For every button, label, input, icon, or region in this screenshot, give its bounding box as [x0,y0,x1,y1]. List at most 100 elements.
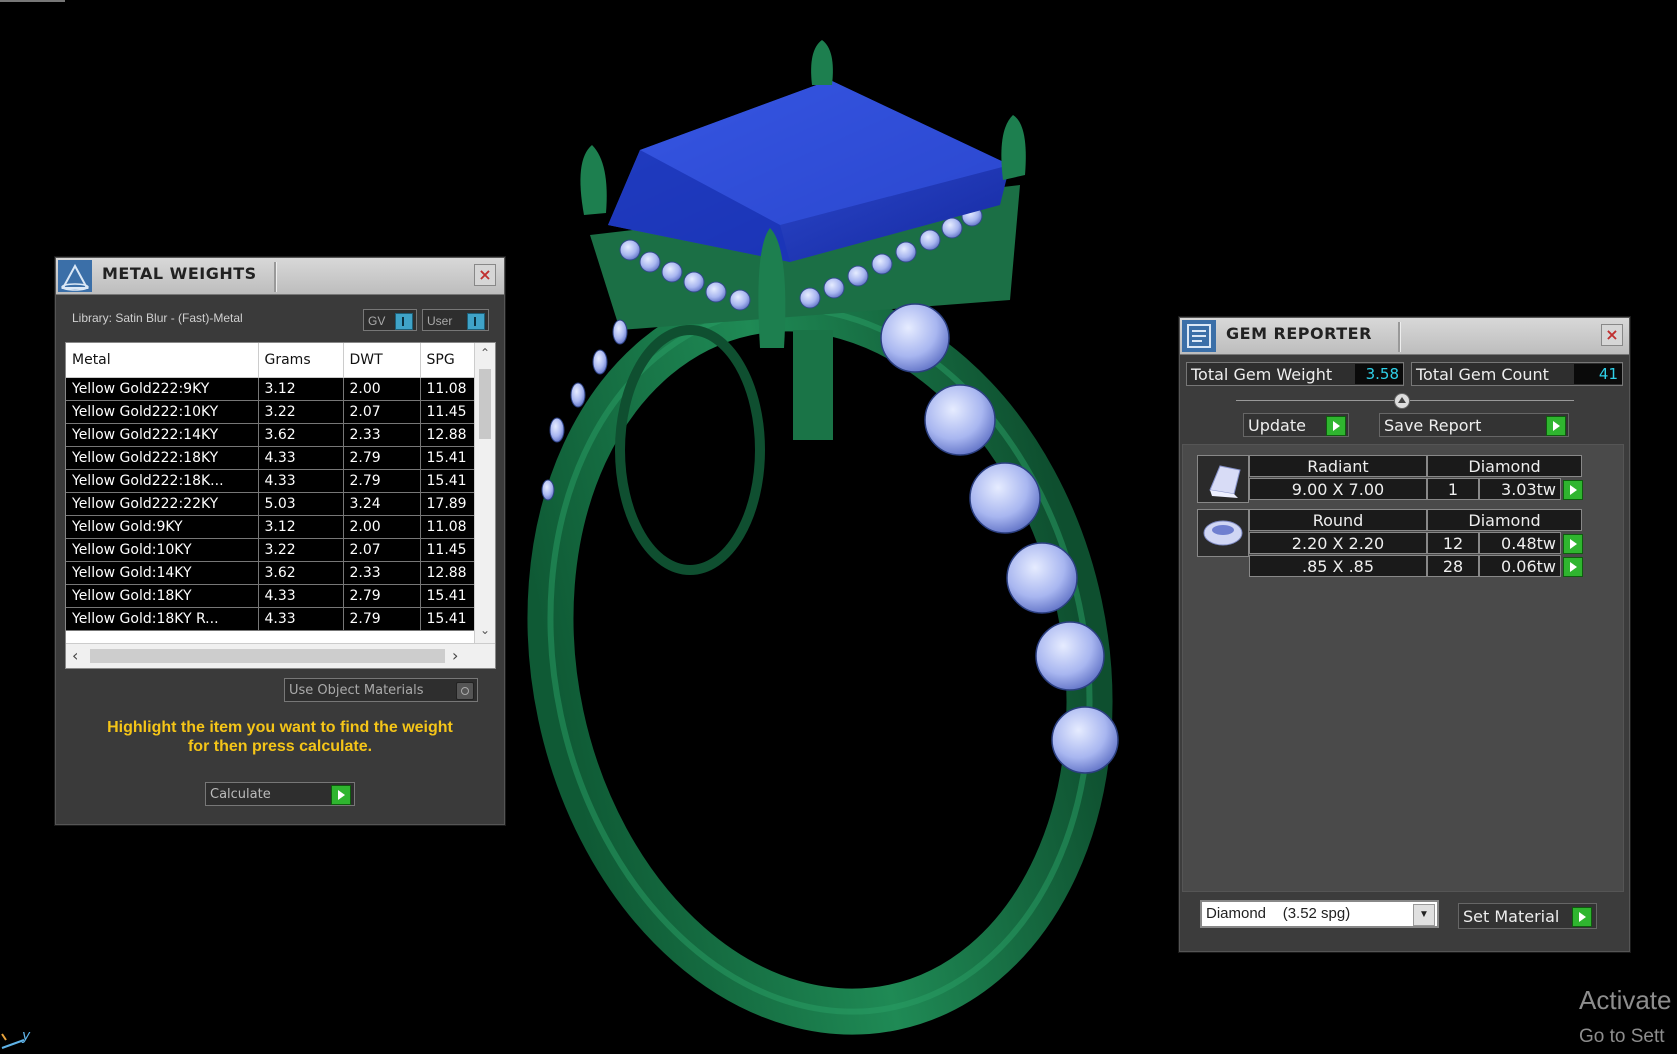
column-header-metal[interactable]: Metal [66,343,259,378]
round-gem-icon[interactable] [1197,509,1249,557]
dwt-cell: 2.79 [343,446,421,470]
use-object-materials-label: Use Object Materials [289,683,424,698]
grams-cell: 3.22 [258,538,344,562]
material-select-value: Diamond (3.52 spg) [1206,905,1351,922]
gem-size-cell: 2.20 X 2.20 [1249,532,1427,554]
grams-cell: 4.33 [258,446,344,470]
table-row[interactable]: Yellow Gold222:10KY 3.22 2.07 11.45 [66,400,481,424]
scroll-up-icon[interactable]: ⌃ [475,346,495,360]
gem-weight-cell: 3.03tw [1479,478,1561,500]
metal-name-cell: Yellow Gold222:9KY [66,377,259,401]
metal-name-cell: Yellow Gold222:14KY [66,423,259,447]
column-header-dwt[interactable]: DWT [343,343,421,378]
scroll-down-icon[interactable]: ⌄ [475,623,495,637]
spg-cell: 17.89 [420,492,481,516]
metal-name-cell: Yellow Gold222:18KY [66,446,259,470]
set-material-label: Set Material [1463,907,1560,926]
spg-cell: 15.41 [420,607,481,631]
spg-cell: 11.08 [420,515,481,539]
dwt-cell: 3.24 [343,492,421,516]
scroll-left-icon[interactable]: ‹ [72,646,78,665]
hint-line-2: for then press calculate. [187,738,373,755]
gv-toggle[interactable]: GV [363,309,417,331]
table-row[interactable]: Yellow Gold:18KY R... 4.33 2.79 15.41 [66,607,481,631]
select-gem-play-icon[interactable] [1563,557,1583,577]
gem-reporter-title: GEM REPORTER [1226,324,1372,343]
table-row[interactable]: Yellow Gold222:18K... 4.33 2.79 15.41 [66,469,481,493]
grams-cell: 4.33 [258,469,344,493]
activate-windows-subtext: Go to Sett [1579,1026,1665,1047]
spg-cell: 15.41 [420,446,481,470]
use-object-materials-toggle[interactable]: Use Object Materials [284,678,478,702]
activate-windows-watermark: Activate [1579,985,1672,1015]
spg-cell: 11.45 [420,538,481,562]
hint-line-1: Highlight the item you want to find the … [107,719,453,736]
metal-weights-titlebar[interactable]: METAL WEIGHTS × [56,258,504,295]
gem-reporter-close-button[interactable]: × [1601,324,1623,346]
column-header-grams[interactable]: Grams [258,343,344,378]
gem-material-round: Diamond [1427,509,1582,531]
grams-cell: 4.33 [258,584,344,608]
axis-triad-icon: y [1,1028,31,1049]
titlebar-divider [274,262,277,292]
chevron-down-icon[interactable]: ▼ [1413,904,1435,926]
radiant-gem-icon[interactable] [1197,455,1249,503]
metal-table-vertical-scrollbar[interactable]: ⌃ ⌄ [474,343,495,643]
save-report-label: Save Report [1384,416,1482,435]
dwt-cell: 2.33 [343,423,421,447]
table-row[interactable]: Yellow Gold:18KY 4.33 2.79 15.41 [66,584,481,608]
gem-size-cell: .85 X .85 [1249,555,1427,577]
spg-cell: 11.45 [420,400,481,424]
user-toggle-label: User [427,314,453,328]
table-row[interactable]: Yellow Gold222:18KY 4.33 2.79 15.41 [66,446,481,470]
total-gem-weight-value: 3.58 [1355,364,1403,384]
gem-material-radiant: Diamond [1427,455,1582,477]
total-gem-weight-label: Total Gem Weight [1191,365,1333,384]
play-icon [1572,907,1592,927]
gem-reporter-app-icon [1182,320,1216,352]
metal-table-container[interactable]: Metal Grams DWT SPG Yellow Gold222:9KY 3.… [65,342,496,669]
dwt-cell: 2.07 [343,538,421,562]
total-gem-count-label: Total Gem Count [1416,365,1549,384]
table-row[interactable]: Yellow Gold222:14KY 3.62 2.33 12.88 [66,423,481,447]
dwt-cell: 2.07 [343,400,421,424]
table-row[interactable]: Yellow Gold:10KY 3.22 2.07 11.45 [66,538,481,562]
vertical-scroll-thumb[interactable] [479,369,491,439]
report-slider-knob[interactable] [1394,393,1410,409]
material-select[interactable]: Diamond (3.52 spg) ▼ [1200,900,1439,928]
titlebar-divider [1398,322,1401,352]
gem-list-area: Radiant Diamond 9.00 X 7.00 1 3.03tw Rou… [1182,444,1624,892]
table-row[interactable]: Yellow Gold222:9KY 3.12 2.00 11.08 [66,377,481,401]
gv-toggle-knob [395,313,413,330]
save-report-button[interactable]: Save Report [1379,413,1569,437]
horizontal-scroll-thumb[interactable] [90,649,445,663]
table-row[interactable]: Yellow Gold:14KY 3.62 2.33 12.88 [66,561,481,585]
table-row[interactable]: Yellow Gold:9KY 3.12 2.00 11.08 [66,515,481,539]
total-gem-weight-box: Total Gem Weight 3.58 [1186,362,1404,386]
gem-weight-cell: 0.06tw [1479,555,1561,577]
grams-cell: 3.22 [258,400,344,424]
column-header-spg[interactable]: SPG [420,343,481,378]
select-gem-play-icon[interactable] [1563,534,1583,554]
dwt-cell: 2.79 [343,584,421,608]
gem-count-cell: 12 [1427,532,1479,554]
gem-reporter-titlebar[interactable]: GEM REPORTER × [1180,318,1629,355]
set-material-button[interactable]: Set Material [1458,903,1597,929]
spg-cell: 15.41 [420,584,481,608]
dwt-cell: 2.79 [343,469,421,493]
metal-name-cell: Yellow Gold222:22KY [66,492,259,516]
table-row[interactable]: Yellow Gold222:22KY 5.03 3.24 17.89 [66,492,481,516]
total-gem-count-box: Total Gem Count 41 [1411,362,1623,386]
update-button[interactable]: Update [1243,413,1349,437]
grams-cell: 4.33 [258,607,344,631]
user-toggle[interactable]: User [422,309,489,331]
spg-cell: 15.41 [420,469,481,493]
metal-table-horizontal-scrollbar[interactable]: ‹ › [66,643,495,668]
dwt-cell: 2.79 [343,607,421,631]
select-gem-play-icon[interactable] [1563,480,1583,500]
metal-weights-close-button[interactable]: × [474,264,496,286]
calculate-button[interactable]: Calculate [205,782,355,806]
use-object-materials-radio[interactable] [456,682,474,700]
scroll-right-icon[interactable]: › [452,646,458,665]
gem-count-cell: 1 [1427,478,1479,500]
